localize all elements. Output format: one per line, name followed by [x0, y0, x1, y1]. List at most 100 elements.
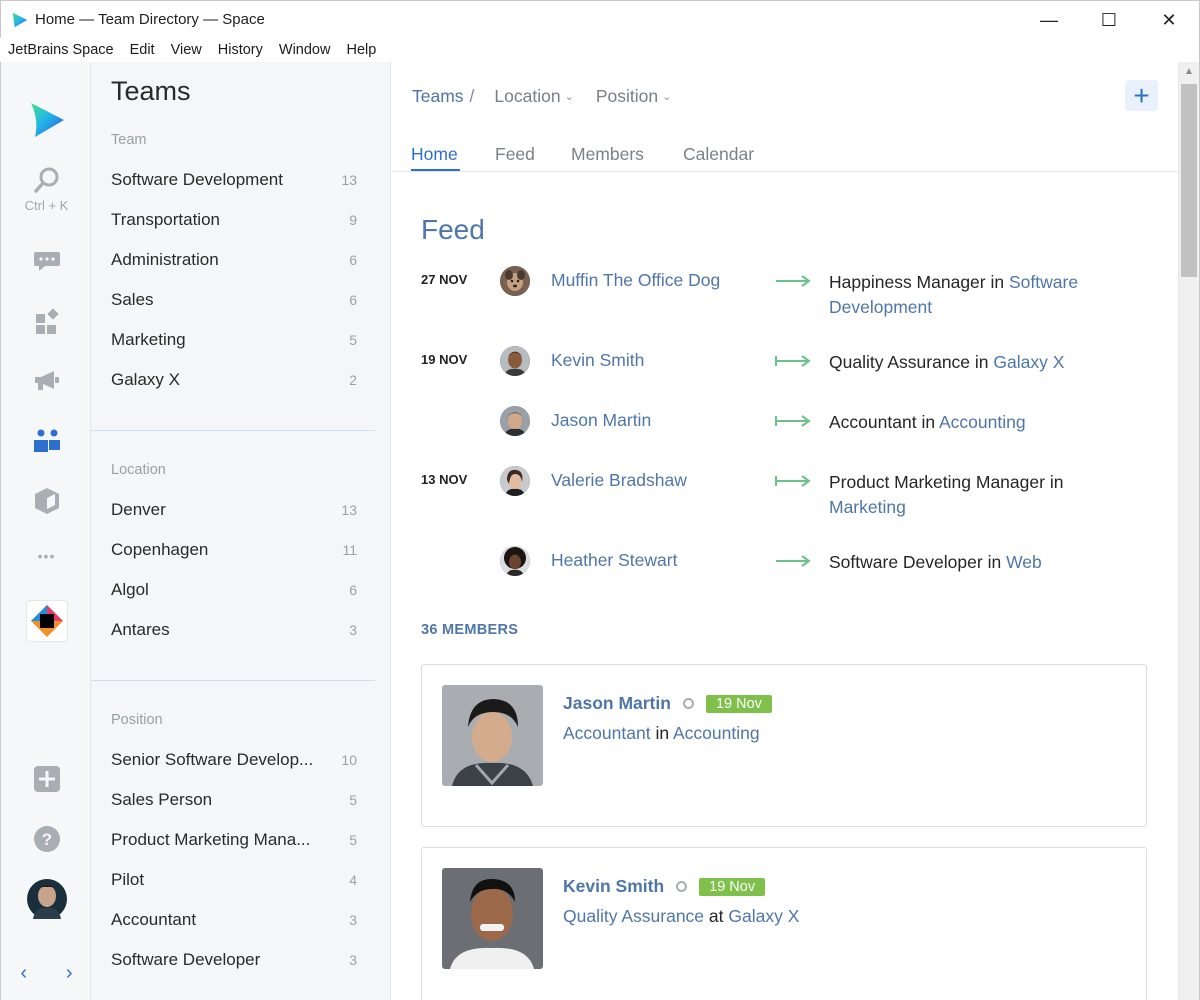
rail-create[interactable] [1, 765, 92, 793]
member-role-link[interactable]: Accountant [563, 723, 651, 743]
feed-member-name[interactable]: Valerie Bradshaw [551, 470, 687, 491]
sidebar-item-team[interactable]: Galaxy X 2 [111, 370, 357, 390]
avatar[interactable] [500, 466, 530, 496]
tab-home[interactable]: Home [411, 144, 458, 165]
sidebar-item-count: 3 [349, 622, 357, 638]
member-card[interactable]: Kevin Smith 19 Nov Quality Assurance at … [421, 847, 1147, 1000]
add-button[interactable]: + [1125, 80, 1158, 111]
rail-teams[interactable] [1, 428, 92, 454]
tab-feed[interactable]: Feed [495, 144, 535, 165]
menu-help[interactable]: Help [346, 42, 376, 58]
breadcrumb-separator: / [469, 86, 475, 106]
member-role-link[interactable]: Quality Assurance [563, 906, 704, 926]
scroll-thumb[interactable] [1181, 84, 1197, 277]
feed-member-name[interactable]: Muffin The Office Dog [551, 270, 720, 291]
sidebar-item-count: 10 [341, 752, 357, 768]
member-name-text[interactable]: Jason Martin [563, 693, 671, 714]
sidebar-item-team[interactable]: Sales 6 [111, 290, 357, 310]
minimize-button[interactable]: — [1019, 1, 1079, 39]
sidebar-item-location[interactable]: Antares 3 [111, 620, 357, 640]
feed-role: Software Developer [829, 552, 983, 572]
menu-view[interactable]: View [171, 42, 202, 58]
feed-preposition: in [987, 552, 1002, 572]
rail-apps[interactable] [1, 308, 92, 336]
sidebar-item-count: 6 [349, 582, 357, 598]
teams-sidebar: Teams Team Software Development 13 Transp… [91, 62, 391, 1000]
feed-member-name[interactable]: Heather Stewart [551, 550, 677, 571]
tab-calendar[interactable]: Calendar [683, 144, 754, 165]
rail-more[interactable]: ••• [1, 548, 92, 564]
feed-team-link[interactable]: Galaxy X [993, 352, 1064, 372]
position-filter[interactable]: Position ⌄ [596, 86, 671, 107]
menu-history[interactable]: History [218, 42, 263, 58]
sidebar-item-position[interactable]: Software Developer 3 [111, 950, 357, 970]
feed-team-link[interactable]: Accounting [939, 412, 1026, 432]
breadcrumb-teams[interactable]: Teams [412, 86, 464, 107]
back-arrow-icon[interactable]: ‹ [20, 962, 27, 985]
sidebar-item-location[interactable]: Algol 6 [111, 580, 357, 600]
member-team-link[interactable]: Galaxy X [728, 906, 799, 926]
sidebar-item-position[interactable]: Senior Software Develop... 10 [111, 750, 357, 770]
sidebar-item-team[interactable]: Marketing 5 [111, 330, 357, 350]
sidebar-item-count: 5 [349, 832, 357, 848]
feed-member-name[interactable]: Kevin Smith [551, 350, 644, 371]
avatar[interactable] [500, 266, 530, 296]
member-team-link[interactable]: Accounting [673, 723, 760, 743]
rail-profile[interactable] [1, 879, 92, 919]
space-logo-icon [12, 12, 28, 27]
jetbrains-logo-icon [30, 605, 63, 637]
vertical-scrollbar[interactable]: ▲ [1178, 62, 1199, 1000]
rail-packages[interactable] [1, 486, 92, 516]
feed-preposition: in [974, 352, 989, 372]
rail-home[interactable] [1, 100, 92, 140]
scroll-up-icon[interactable]: ▲ [1184, 66, 1194, 77]
feed-member-name[interactable]: Jason Martin [551, 410, 651, 431]
left-rail: Ctrl + K ••• ? ‹ › [0, 62, 91, 1000]
feed-team-link[interactable]: Web [1006, 552, 1042, 572]
help-icon: ? [33, 826, 60, 852]
tab-members[interactable]: Members [571, 144, 644, 165]
menu-window[interactable]: Window [279, 42, 331, 58]
rail-search[interactable]: Ctrl + K [1, 166, 92, 213]
sidebar-item-position[interactable]: Accountant 3 [111, 910, 357, 930]
sidebar-item-count: 9 [349, 212, 357, 228]
sidebar-item-team[interactable]: Software Development 13 [111, 170, 357, 190]
rail-blog[interactable] [1, 368, 92, 394]
sidebar-item-team[interactable]: Transportation 9 [111, 210, 357, 230]
rail-help[interactable]: ? [1, 825, 92, 853]
sidebar-item-position[interactable]: Pilot 4 [111, 870, 357, 890]
sidebar-item-team[interactable]: Administration 6 [111, 250, 357, 270]
avatar[interactable] [500, 406, 530, 436]
feed-date: 13 NOV [421, 472, 468, 487]
menu-edit[interactable]: Edit [130, 42, 155, 58]
sidebar-item-count: 5 [349, 332, 357, 348]
feed-item: Heather Stewart Software Developer in We… [421, 542, 1161, 582]
date-badge: 19 Nov [705, 694, 772, 713]
forward-arrow-icon[interactable]: › [66, 962, 73, 985]
sidebar-item-label: Senior Software Develop... [111, 750, 314, 769]
menu-bar: JetBrains Space Edit View History Window… [0, 38, 1200, 62]
sidebar-item-position[interactable]: Product Marketing Mana... 5 [111, 830, 357, 850]
avatar[interactable] [500, 546, 530, 576]
close-button[interactable]: ✕ [1139, 1, 1199, 39]
member-name-text[interactable]: Kevin Smith [563, 876, 664, 897]
sidebar-item-location[interactable]: Copenhagen 11 [111, 540, 357, 560]
active-tab-indicator [411, 169, 460, 171]
member-card[interactable]: Jason Martin 19 Nov Accountant in Accoun… [421, 664, 1147, 827]
window-title: Home — Team Directory — Space [35, 11, 265, 28]
rail-chats[interactable] [1, 250, 92, 274]
feed-description: Accountant in Accounting [829, 410, 1129, 435]
menu-app[interactable]: JetBrains Space [8, 42, 114, 58]
location-filter[interactable]: Location ⌄ [494, 86, 573, 107]
sidebar-item-position[interactable]: Sales Person 5 [111, 790, 357, 810]
feed-team-link[interactable]: Marketing [829, 497, 906, 517]
chevron-down-icon: ⌄ [564, 91, 574, 103]
feed-description: Software Developer in Web [829, 550, 1129, 575]
maximize-button[interactable]: ☐ [1079, 1, 1139, 39]
sidebar-item-location[interactable]: Denver 13 [111, 500, 357, 520]
sidebar-item-count: 13 [341, 502, 357, 518]
feed-description: Happiness Manager in Software Developmen… [829, 270, 1129, 320]
position-section-label: Position [111, 712, 163, 728]
avatar[interactable] [500, 346, 530, 376]
rail-jetbrains[interactable] [1, 600, 92, 642]
